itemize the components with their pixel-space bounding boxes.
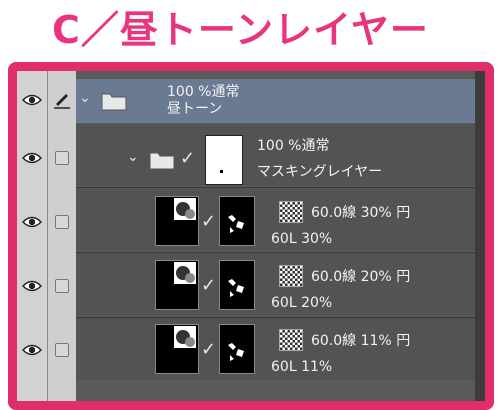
lock-checkbox[interactable] — [55, 343, 69, 357]
mask-figure-icon — [228, 215, 244, 233]
pen-icon[interactable] — [53, 91, 71, 109]
tone-pattern-icon — [279, 329, 303, 351]
tone-thumbnail — [155, 260, 199, 310]
eye-icon[interactable] — [22, 343, 42, 357]
checkmark-icon[interactable]: ✓ — [201, 211, 216, 232]
tone-info-label: 60.0線 11% 円 — [311, 333, 411, 349]
layer-row-folder-daytone[interactable] — [76, 79, 475, 123]
page-title: C／昼トーンレイヤー — [52, 8, 429, 52]
checkmark-icon[interactable]: ✓ — [201, 339, 216, 360]
eye-icon[interactable] — [22, 279, 42, 293]
mask-figure-icon — [228, 343, 244, 361]
folder-name-label: マスキングレイヤー — [257, 164, 383, 180]
mask-thumbnail — [219, 324, 255, 374]
folder-icon — [101, 93, 127, 111]
lock-checkbox[interactable] — [55, 151, 69, 165]
mask-thumbnail — [219, 196, 255, 246]
tone-thumbnail — [155, 324, 199, 374]
chevron-down-icon[interactable]: ⌄ — [79, 90, 91, 106]
tone-name-label: 60L 20% — [271, 295, 333, 311]
tone-layer-icon — [174, 262, 196, 284]
row-divider — [76, 252, 475, 253]
lock-checkbox[interactable] — [55, 215, 69, 229]
tone-layer-icon — [174, 198, 196, 220]
tone-pattern-icon — [279, 201, 303, 223]
folder-blend-label: 100 %通常 — [257, 138, 330, 154]
chevron-down-icon[interactable]: ⌄ — [127, 149, 139, 165]
tone-layer-icon — [174, 326, 196, 348]
thumbnail-dot — [220, 170, 223, 173]
checkmark-icon[interactable]: ✓ — [180, 148, 195, 169]
eye-icon[interactable] — [22, 151, 42, 165]
folder-icon — [149, 152, 175, 170]
layer-panel: ⌄ 100 %通常 昼トーン ⌄ ✓ 100 %通常 マスキングレイヤー ✓ 6… — [8, 62, 494, 410]
folder-name-label: 昼トーン — [167, 101, 223, 117]
eye-icon[interactable] — [22, 93, 42, 107]
tone-info-label: 60.0線 30% 円 — [311, 205, 411, 221]
tone-name-label: 60L 30% — [271, 231, 333, 247]
row-divider — [76, 317, 475, 318]
tone-info-label: 60.0線 20% 円 — [311, 269, 411, 285]
row-divider — [76, 187, 475, 188]
tone-name-label: 60L 11% — [271, 359, 333, 375]
mask-figure-icon — [228, 279, 244, 297]
tone-thumbnail — [155, 196, 199, 246]
eye-icon[interactable] — [22, 215, 42, 229]
checkmark-icon[interactable]: ✓ — [201, 275, 216, 296]
layer-thumbnail — [205, 135, 243, 185]
mask-thumbnail — [219, 260, 255, 310]
tone-pattern-icon — [279, 265, 303, 287]
scrollbar[interactable] — [475, 71, 485, 401]
lock-checkbox[interactable] — [55, 279, 69, 293]
